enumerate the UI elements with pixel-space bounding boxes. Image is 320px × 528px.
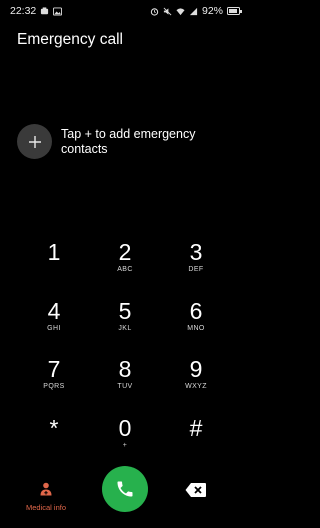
status-left: 22:32	[10, 5, 63, 17]
key-hash[interactable]: #	[166, 416, 226, 466]
battery-icon	[227, 7, 242, 15]
key-star[interactable]: *	[24, 416, 84, 466]
add-contact-text: Tap + to add emergency contacts	[61, 126, 196, 156]
key-letters: TUV	[117, 383, 133, 390]
alarm-icon	[150, 7, 159, 16]
key-digit: 8	[118, 356, 132, 382]
phone-icon	[117, 481, 133, 497]
key-5[interactable]: 5 JKL	[95, 299, 155, 349]
mute-icon	[163, 7, 172, 15]
key-1[interactable]: 1	[24, 240, 84, 290]
add-emergency-contact[interactable]: Tap + to add emergency contacts	[17, 124, 231, 159]
key-digit: 3	[189, 239, 203, 265]
signal-icon	[189, 7, 198, 15]
status-right: 92%	[150, 5, 242, 17]
key-letters: PQRS	[43, 383, 65, 390]
key-letters: GHI	[47, 325, 61, 332]
key-4[interactable]: 4 GHI	[24, 299, 84, 349]
key-digit: 7	[47, 356, 61, 382]
battery-percent: 92%	[201, 5, 223, 17]
key-7[interactable]: 7 PQRS	[24, 357, 84, 407]
status-bar: 22:32 92%	[0, 0, 250, 22]
key-digit: 4	[47, 298, 61, 324]
key-digit: 5	[118, 298, 132, 324]
key-digit: *	[49, 415, 59, 441]
bottom-action-bar: Medical info	[0, 466, 250, 516]
key-letters: +	[122, 442, 128, 449]
medical-info-label: Medical info	[25, 503, 67, 512]
key-digit: 0	[118, 415, 132, 441]
notification-icon	[41, 6, 49, 14]
key-letters: WXYZ	[185, 383, 207, 390]
key-letters: ABC	[117, 266, 133, 273]
key-9[interactable]: 9 WXYZ	[166, 357, 226, 407]
plus-icon	[28, 135, 41, 148]
backspace-button[interactable]	[185, 482, 207, 498]
key-8[interactable]: 8 TUV	[95, 357, 155, 407]
wifi-icon	[176, 7, 185, 15]
key-letters: DEF	[188, 266, 204, 273]
status-time: 22:32	[10, 5, 37, 17]
key-3[interactable]: 3 DEF	[166, 240, 226, 290]
key-6[interactable]: 6 MNO	[166, 299, 226, 349]
key-2[interactable]: 2 ABC	[95, 240, 155, 290]
key-digit: #	[189, 415, 203, 441]
page-title: Emergency call	[17, 31, 123, 48]
key-digit: 2	[118, 239, 132, 265]
key-digit: 1	[47, 239, 61, 265]
backspace-icon	[185, 483, 206, 497]
key-letters: MNO	[187, 325, 205, 332]
key-digit: 9	[189, 356, 203, 382]
add-contact-button[interactable]	[17, 124, 52, 159]
medical-info-icon	[40, 482, 52, 496]
gallery-icon	[53, 6, 63, 16]
medical-info-button[interactable]: Medical info	[20, 482, 72, 512]
key-letters: JKL	[118, 325, 132, 332]
key-0[interactable]: 0 +	[95, 416, 155, 466]
key-digit: 6	[189, 298, 203, 324]
call-button[interactable]	[102, 466, 148, 512]
